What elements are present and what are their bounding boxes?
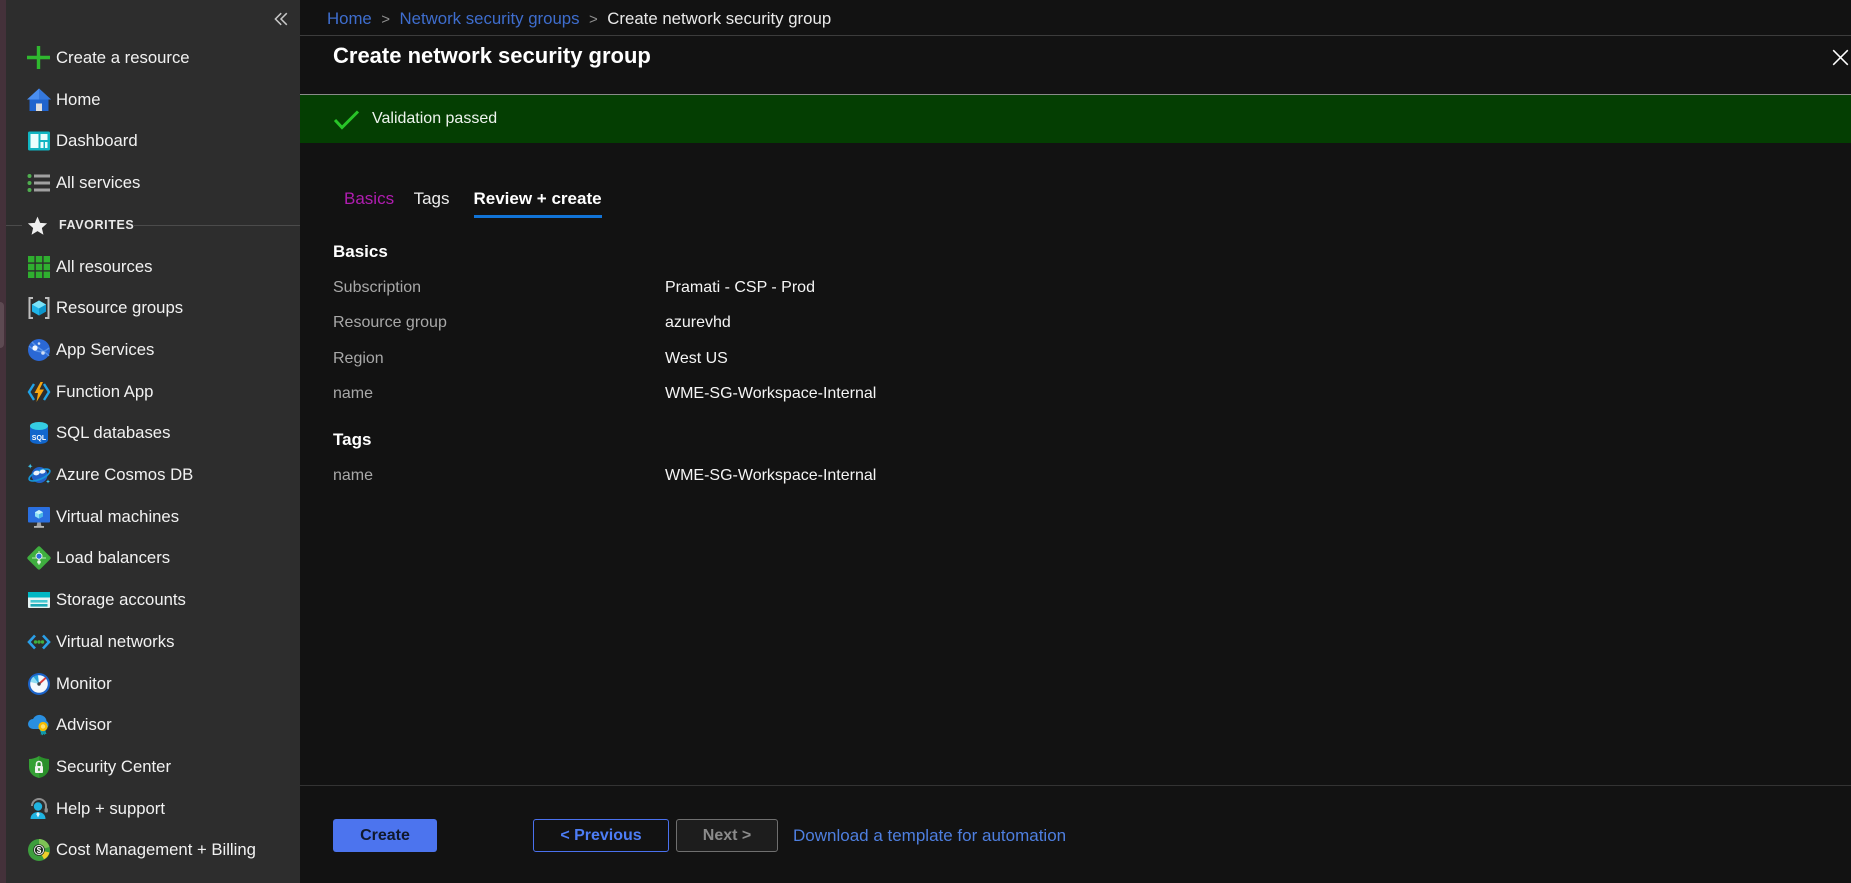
svg-text:$: $ bbox=[37, 846, 42, 855]
svg-text:SQL: SQL bbox=[32, 435, 47, 442]
